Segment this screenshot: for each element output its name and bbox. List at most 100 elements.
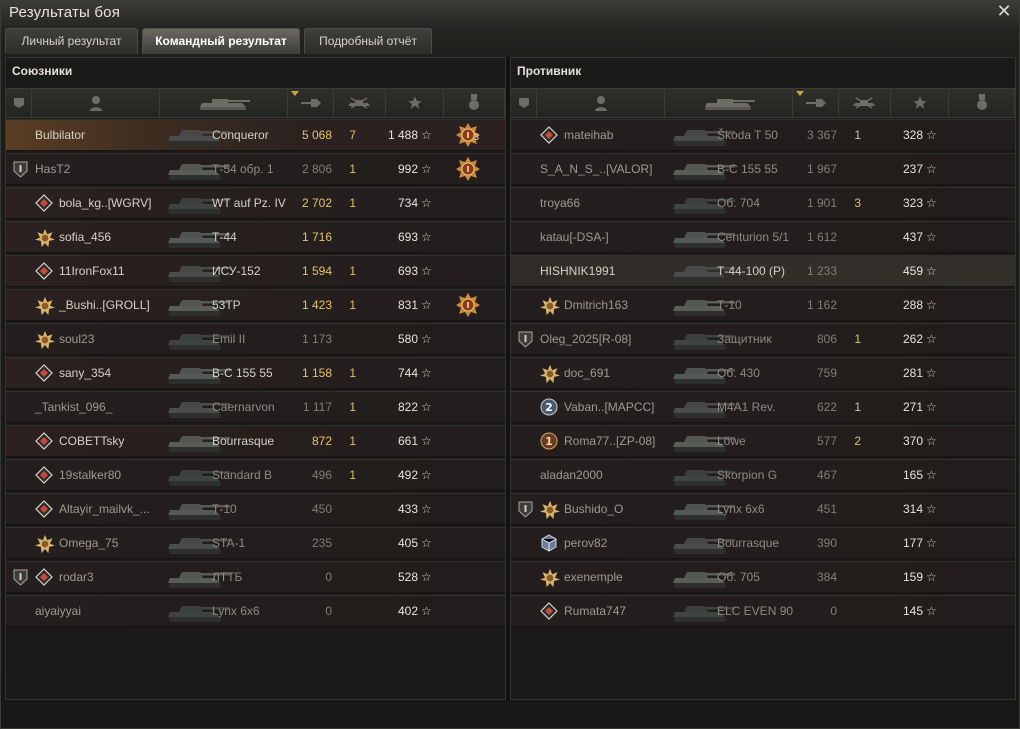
player-name: troya66: [540, 196, 581, 210]
vehicle-icon: [194, 95, 254, 111]
xp-value: 145: [902, 604, 923, 618]
kills-value: [841, 290, 861, 320]
vehicle-name: STA-1: [212, 536, 246, 550]
player-name: Roma77..[ZP-08]: [564, 434, 656, 448]
player-row[interactable]: sany_354 В-С 155 55 1 158 1 744 ☆: [6, 357, 505, 389]
star-rank-icon: [35, 228, 55, 248]
player-column-header[interactable]: [32, 89, 160, 117]
player-name: Bulbilator: [35, 128, 86, 142]
player-name: Dmitrich163: [564, 298, 629, 312]
xp-value: 437: [902, 230, 923, 244]
player-row[interactable]: Omega_75 STA-1 235 405 ☆: [6, 527, 505, 559]
vehicle-column-header[interactable]: [665, 89, 793, 117]
kills-value: [336, 324, 356, 354]
player-row[interactable]: bola_kg..[WGRV] WT auf Pz. IV 2 702 1 734 ☆: [6, 187, 505, 219]
medal-icon[interactable]: I: [455, 156, 481, 182]
kills-value: 7: [349, 128, 356, 142]
player-row[interactable]: Dmitrich163 Т-10 1 162 288 ☆: [511, 289, 1015, 321]
cube-rank-icon: [540, 534, 558, 552]
player-row[interactable]: _Tankist_096_ Caernarvon 1 117 1 822 ☆: [6, 391, 505, 423]
player-row[interactable]: soul23 Emil II 1 173 580 ☆: [6, 323, 505, 355]
player-row[interactable]: 11IronFox11 ИСУ-152 1 594 1 693 ☆: [6, 255, 505, 287]
kills-value: 1: [854, 332, 861, 346]
vehicle-name: Т-54 обр. 1: [212, 162, 274, 176]
player-row[interactable]: troya66 Об. 704 1 901 3 323 ☆: [511, 187, 1015, 219]
vehicle-column-header[interactable]: [160, 89, 288, 117]
title-bar: Результаты боя ✕: [1, 1, 1019, 27]
xp-value: 693: [397, 264, 418, 278]
medal-column-header[interactable]: [444, 89, 505, 117]
tab-team-result[interactable]: Командный результат: [142, 28, 300, 54]
platoon-column-header[interactable]: [6, 89, 32, 117]
vehicle-name: 53TP: [212, 298, 241, 312]
damage-value: 1 162: [806, 298, 837, 312]
player-name: soul23: [59, 332, 95, 346]
kills-value: [841, 358, 861, 388]
xp-star-icon: ☆: [926, 196, 937, 210]
player-row[interactable]: 19stalker80 Standard B 496 1 492 ☆: [6, 459, 505, 491]
kills-column-header[interactable]: [334, 89, 386, 117]
tab-personal-result[interactable]: Личный результат: [5, 28, 138, 54]
damage-value: 235: [311, 536, 332, 550]
player-row[interactable]: 2 Vaban..[MAPCC] M4A1 Rev. 622 1 271 ☆: [511, 391, 1015, 423]
xp-column-header[interactable]: [386, 89, 444, 117]
damage-value: 1 173: [301, 332, 332, 346]
medal-icon: [975, 94, 989, 112]
player-row[interactable]: aiyaiyyai Lynx 6x6 0 402 ☆: [6, 595, 505, 627]
xp-value: 433: [397, 502, 418, 516]
xp-star-icon: ☆: [926, 502, 937, 516]
player-row[interactable]: aladan2000 Skorpion G 467 165 ☆: [511, 459, 1015, 491]
xp-star-icon: ☆: [421, 230, 432, 244]
kills-value: 2: [854, 434, 861, 448]
player-row[interactable]: mateihab Škoda T 50 3 367 1 328 ☆: [511, 119, 1015, 151]
xp-value: 177: [902, 536, 923, 550]
allies-panel: Союзники Bulbilator Conqueror 5 068 7 1 488 ☆…: [5, 57, 506, 700]
player-name: 11IronFox11: [59, 264, 125, 278]
player-row[interactable]: Altayir_mailvk_... Т-10 450 433 ☆: [6, 493, 505, 525]
player-row[interactable]: _Bushi..[GROLL] 53TP 1 423 1 831 ☆ I: [6, 289, 505, 321]
xp-value: 405: [397, 536, 418, 550]
player-row[interactable]: HasT2 Т-54 обр. 1 2 806 1 992 ☆ I: [6, 153, 505, 185]
xp-star-icon: ☆: [421, 536, 432, 550]
player-name: _Tankist_096_: [35, 400, 113, 414]
vehicle-name: ЛТТБ: [212, 570, 243, 584]
player-column-header[interactable]: [537, 89, 665, 117]
player-row[interactable]: S_A_N_S_..[VALOR] В-С 155 55 1 967 237 ☆: [511, 153, 1015, 185]
medal-column-header[interactable]: [949, 89, 1015, 117]
player-row[interactable]: perov82 Bourrasque 390 177 ☆: [511, 527, 1015, 559]
damage-column-header[interactable]: [793, 89, 839, 117]
player-row[interactable]: Oleg_2025[R-08] Защитник 806 1 262 ☆: [511, 323, 1015, 355]
xp-column-header[interactable]: [891, 89, 949, 117]
vehicle-name: ИСУ-152: [212, 264, 261, 278]
vehicle-name: В-С 155 55: [212, 366, 273, 380]
player-icon: [89, 95, 103, 111]
tab-detailed-report[interactable]: Подробный отчёт: [304, 28, 432, 54]
medal-icon[interactable]: I: [455, 292, 481, 318]
player-row[interactable]: 1 Roma77..[ZP-08] Löwe 577 2 370 ☆: [511, 425, 1015, 457]
player-row[interactable]: Bushido_O Lynx 6x6 451 314 ☆: [511, 493, 1015, 525]
xp-star-icon: ☆: [926, 468, 937, 482]
player-row[interactable]: sofia_456 Т-44 1 716 693 ☆: [6, 221, 505, 253]
kills-column-header[interactable]: [839, 89, 891, 117]
damage-value: 1 233: [806, 264, 837, 278]
player-row[interactable]: rodar3 ЛТТБ 0 528 ☆: [6, 561, 505, 593]
player-row[interactable]: Bulbilator Conqueror 5 068 7 1 488 ☆ I 3: [6, 119, 505, 151]
player-row[interactable]: exenemple Об. 705 384 159 ☆: [511, 561, 1015, 593]
xp-star-icon: ☆: [926, 298, 937, 312]
xp-value: 165: [902, 468, 923, 482]
player-row[interactable]: Rumata747 ELC EVEN 90 0 145 ☆: [511, 595, 1015, 627]
player-row[interactable]: COBETTsky Bourrasque 872 1 661 ☆: [6, 425, 505, 457]
damage-column-header[interactable]: [288, 89, 334, 117]
kills-value: 3: [854, 196, 861, 210]
star-rank-icon: [540, 296, 560, 316]
player-name: COBETTsky: [59, 434, 125, 448]
close-icon[interactable]: ✕: [995, 3, 1013, 21]
player-row[interactable]: katau[-DSA-] Centurion 5/1 1 612 437 ☆: [511, 221, 1015, 253]
star-rank-icon: [540, 568, 560, 588]
kills-value: 1: [349, 298, 356, 312]
player-row[interactable]: HISHNIK1991 Т-44-100 (Р) 1 233 459 ☆: [511, 255, 1015, 287]
damage-value: 3 367: [806, 128, 837, 142]
xp-value: 159: [902, 570, 923, 584]
platoon-column-header[interactable]: [511, 89, 537, 117]
player-row[interactable]: doc_691 Об. 430 759 281 ☆: [511, 357, 1015, 389]
